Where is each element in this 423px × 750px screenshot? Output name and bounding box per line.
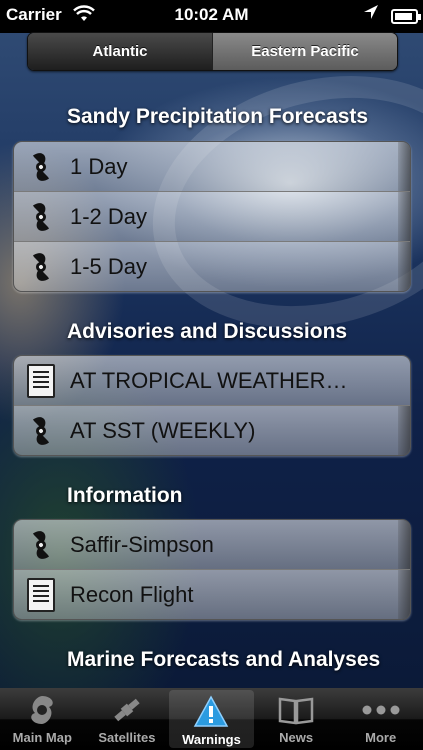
document-icon: [14, 570, 68, 619]
storm-symbol-icon: [14, 142, 68, 191]
information-list: Saffir-Simpson Recon Flight: [13, 519, 411, 620]
document-icon: [14, 356, 68, 405]
tab-news[interactable]: News: [254, 688, 339, 750]
row-edge: [398, 406, 410, 455]
row-edge: [398, 242, 410, 291]
status-bar: Carrier 10:02 AM: [0, 0, 423, 33]
section-title-precipitation: Sandy Precipitation Forecasts: [67, 105, 369, 128]
section-title-information: Information: [67, 484, 183, 507]
storm-symbol-icon: [14, 242, 68, 291]
tab-label: Warnings: [182, 732, 241, 747]
list-item-label: AT SST (WEEKLY): [70, 418, 256, 443]
segment-eastern-pacific[interactable]: Eastern Pacific: [212, 33, 397, 70]
section-title-advisories: Advisories and Discussions: [67, 320, 348, 343]
tab-satellites[interactable]: Satellites: [85, 688, 170, 750]
list-item-1-2-day[interactable]: 1-2 Day: [14, 192, 410, 242]
hurricane-icon: [25, 688, 59, 732]
location-arrow-icon: [363, 3, 379, 26]
list-item-label: 1-2 Day: [70, 204, 148, 229]
tab-bar: Main Map Satellites Warnings News More: [0, 688, 423, 750]
row-edge: [398, 142, 410, 191]
tab-label: Satellites: [98, 730, 156, 745]
precipitation-list: 1 Day 1-2 Day 1-5 Day: [13, 141, 411, 292]
list-item-1-day[interactable]: 1 Day: [14, 142, 410, 192]
row-edge: [398, 192, 410, 241]
row-edge: [398, 520, 410, 569]
storm-symbol-icon: [14, 406, 68, 455]
battery-icon: [391, 9, 421, 24]
book-icon: [278, 688, 314, 732]
tab-label: Main Map: [12, 730, 72, 745]
row-edge: [398, 570, 410, 619]
list-item-at-sst-weekly[interactable]: AT SST (WEEKLY): [14, 406, 410, 455]
section-title-marine: Marine Forecasts and Analyses: [67, 648, 381, 671]
tab-label: News: [279, 730, 314, 745]
tab-warnings[interactable]: Warnings: [169, 690, 254, 748]
advisories-list: AT TROPICAL WEATHER… AT SST (WEEKLY): [13, 355, 411, 456]
tab-more[interactable]: More: [338, 688, 423, 750]
segment-atlantic[interactable]: Atlantic: [28, 33, 212, 70]
list-item-saffir-simpson[interactable]: Saffir-Simpson: [14, 520, 410, 570]
warning-icon: [193, 690, 229, 734]
storm-symbol-icon: [14, 520, 68, 569]
list-item-1-5-day[interactable]: 1-5 Day: [14, 242, 410, 291]
satellite-icon: [110, 688, 144, 732]
more-dots-icon: [361, 688, 401, 732]
basin-segmented-control: Atlantic Eastern Pacific: [27, 32, 398, 71]
list-item-label: Recon Flight: [70, 582, 194, 607]
list-item-label: Saffir-Simpson: [70, 532, 214, 557]
list-item-tropical-weather[interactable]: AT TROPICAL WEATHER…: [14, 356, 410, 406]
list-item-label: 1 Day: [70, 154, 128, 179]
list-item-recon-flight[interactable]: Recon Flight: [14, 570, 410, 619]
storm-symbol-icon: [14, 192, 68, 241]
clock: 10:02 AM: [174, 5, 249, 24]
list-item-label: AT TROPICAL WEATHER…: [70, 368, 348, 393]
list-item-label: 1-5 Day: [70, 254, 148, 279]
tab-label: More: [365, 730, 397, 745]
tab-main-map[interactable]: Main Map: [0, 688, 85, 750]
